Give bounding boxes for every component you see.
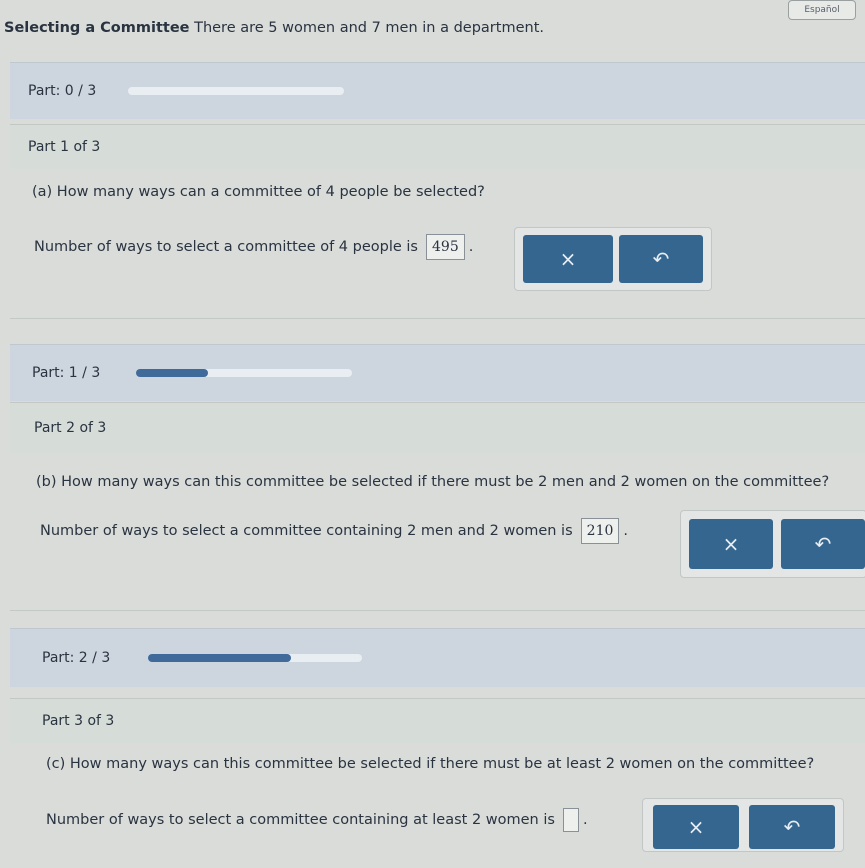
answer-suffix: .: [582, 812, 588, 828]
undo-button[interactable]: ↶: [781, 519, 865, 569]
problem-title: Selecting a Committee: [4, 20, 190, 36]
answer-prefix: Number of ways to select a committee con…: [46, 812, 555, 828]
progress-fill: [136, 369, 208, 377]
part-1-section: Part: 0 / 3 Part 1 of 3 (a) How many way…: [10, 62, 865, 320]
answer-input[interactable]: 495: [426, 234, 465, 260]
answer-prefix: Number of ways to select a committee con…: [40, 523, 573, 539]
answer-input[interactable]: [562, 808, 579, 832]
problem-statement: Selecting a Committee There are 5 women …: [4, 20, 544, 36]
answer-tools: × ↶: [680, 510, 865, 578]
undo-icon: ↶: [652, 247, 670, 271]
progress-track: [128, 87, 344, 95]
part-progress-label: Part: 1 / 3: [32, 365, 101, 381]
part-progress-bar: Part: 1 / 3: [10, 344, 865, 401]
close-icon: ×: [559, 247, 577, 271]
question-text: (c) How many ways can this committee be …: [46, 756, 815, 772]
part-progress-bar: Part: 0 / 3: [10, 62, 865, 119]
language-button[interactable]: Español: [788, 0, 856, 20]
close-icon: ×: [722, 532, 740, 556]
part-title: Part 1 of 3: [28, 139, 101, 155]
part-progress-bar: Part: 2 / 3: [10, 628, 865, 687]
part-header: Part 1 of 3: [10, 124, 865, 169]
answer-input[interactable]: 210: [580, 518, 620, 544]
answer-line: Number of ways to select a committee con…: [40, 518, 628, 544]
question-text: (a) How many ways can a committee of 4 p…: [32, 184, 485, 200]
answer-prefix: Number of ways to select a committee of …: [34, 239, 418, 255]
part-title: Part 3 of 3: [42, 713, 115, 729]
answer-line: Number of ways to select a committee con…: [46, 808, 588, 832]
undo-icon: ↶: [814, 532, 832, 556]
divider: [10, 610, 865, 611]
part-header: Part 3 of 3: [10, 698, 865, 743]
part-title: Part 2 of 3: [34, 420, 107, 436]
answer-suffix: .: [468, 239, 474, 255]
progress-track: [148, 654, 362, 662]
part-3-section: Part: 2 / 3 Part 3 of 3 (c) How many way…: [10, 628, 865, 868]
close-icon: ×: [687, 815, 705, 839]
answer-suffix: .: [623, 523, 628, 539]
part-header: Part 2 of 3: [10, 402, 865, 453]
progress-fill: [148, 654, 291, 662]
part-progress-label: Part: 2 / 3: [42, 650, 111, 666]
answer-tools: × ↶: [514, 227, 712, 291]
undo-button[interactable]: ↶: [749, 805, 835, 849]
part-progress-label: Part: 0 / 3: [28, 83, 97, 99]
undo-icon: ↶: [783, 815, 801, 839]
problem-text: There are 5 women and 7 men in a departm…: [194, 20, 544, 36]
question-text: (b) How many ways can this committee be …: [36, 474, 830, 490]
clear-button[interactable]: ×: [653, 805, 739, 849]
part-2-section: Part: 1 / 3 Part 2 of 3 (b) How many way…: [10, 344, 865, 612]
clear-button[interactable]: ×: [523, 235, 613, 283]
answer-tools: × ↶: [642, 798, 844, 852]
clear-button[interactable]: ×: [689, 519, 773, 569]
divider: [10, 318, 865, 319]
progress-track: [136, 369, 352, 377]
undo-button[interactable]: ↶: [619, 235, 703, 283]
answer-line: Number of ways to select a committee of …: [34, 234, 473, 260]
